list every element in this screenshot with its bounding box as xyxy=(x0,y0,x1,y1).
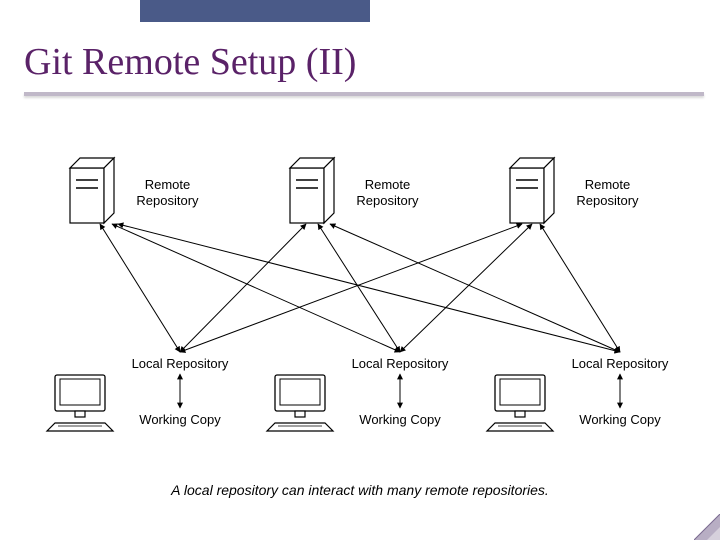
monitor-icon xyxy=(487,375,553,431)
page-fold-icon xyxy=(694,514,720,540)
server-icon xyxy=(290,158,334,223)
server-icon xyxy=(510,158,554,223)
local-working-connections xyxy=(180,374,620,408)
server-icon xyxy=(70,158,114,223)
diagram-svg xyxy=(0,0,720,540)
monitor-icon xyxy=(47,375,113,431)
remote-local-connections xyxy=(100,224,620,352)
slide: Git Remote Setup (II) RemoteRepository R… xyxy=(0,0,720,540)
monitor-icon xyxy=(267,375,333,431)
